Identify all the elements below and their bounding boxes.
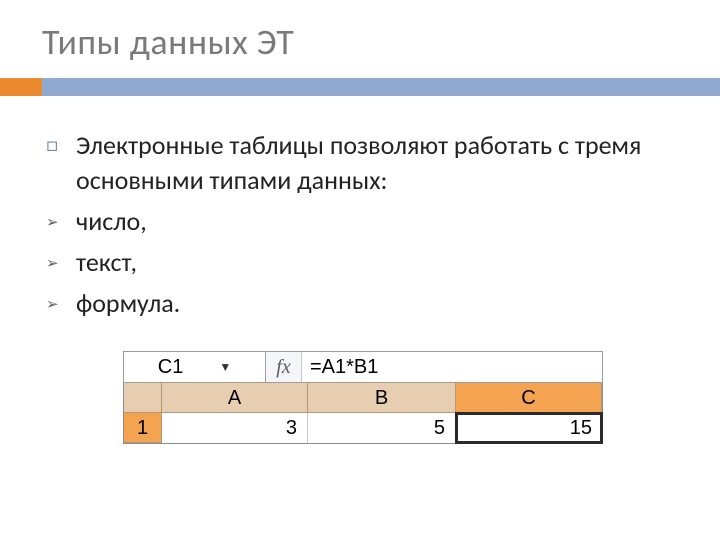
list-item: ➢ формула. (46, 286, 680, 321)
name-box[interactable]: C1 ▼ (124, 352, 266, 382)
arrow-bullet-icon: ➢ (46, 204, 76, 233)
accent-line (0, 78, 720, 96)
item-text: текст, (76, 245, 680, 280)
spreadsheet-mock: C1 ▼ fx =A1*B1 A B C 1 3 5 15 (123, 351, 603, 444)
list-item: □ Электронные таблицы позволяют работать… (46, 128, 680, 198)
formula-input[interactable]: =A1*B1 (302, 352, 602, 382)
accent-orange (0, 78, 42, 96)
accent-blue (42, 78, 720, 96)
col-header-b[interactable]: B (308, 383, 456, 413)
cell-b1[interactable]: 5 (308, 413, 456, 443)
intro-text: Электронные таблицы позволяют работать с… (76, 128, 680, 198)
title-block: Типы данных ЭТ (0, 0, 720, 72)
row-header-1[interactable]: 1 (124, 413, 162, 443)
square-bullet-icon: □ (46, 128, 76, 159)
slide-title: Типы данных ЭТ (42, 20, 720, 64)
arrow-bullet-icon: ➢ (46, 286, 76, 315)
dropdown-icon[interactable]: ▼ (219, 360, 231, 374)
grid: A B C 1 3 5 15 (123, 383, 603, 444)
item-text: число, (76, 204, 680, 239)
fx-label[interactable]: fx (266, 352, 302, 382)
content-area: □ Электронные таблицы позволяют работать… (0, 96, 720, 444)
item-text: формула. (76, 286, 680, 321)
cell-c1[interactable]: 15 (456, 413, 602, 443)
name-box-value: C1 (158, 356, 184, 379)
select-all-corner[interactable] (124, 383, 162, 413)
col-header-a[interactable]: A (162, 383, 308, 413)
arrow-bullet-icon: ➢ (46, 245, 76, 274)
list-item: ➢ число, (46, 204, 680, 239)
cell-a1[interactable]: 3 (162, 413, 308, 443)
formula-bar: C1 ▼ fx =A1*B1 (123, 351, 603, 383)
col-header-c[interactable]: C (456, 383, 602, 413)
list-item: ➢ текст, (46, 245, 680, 280)
